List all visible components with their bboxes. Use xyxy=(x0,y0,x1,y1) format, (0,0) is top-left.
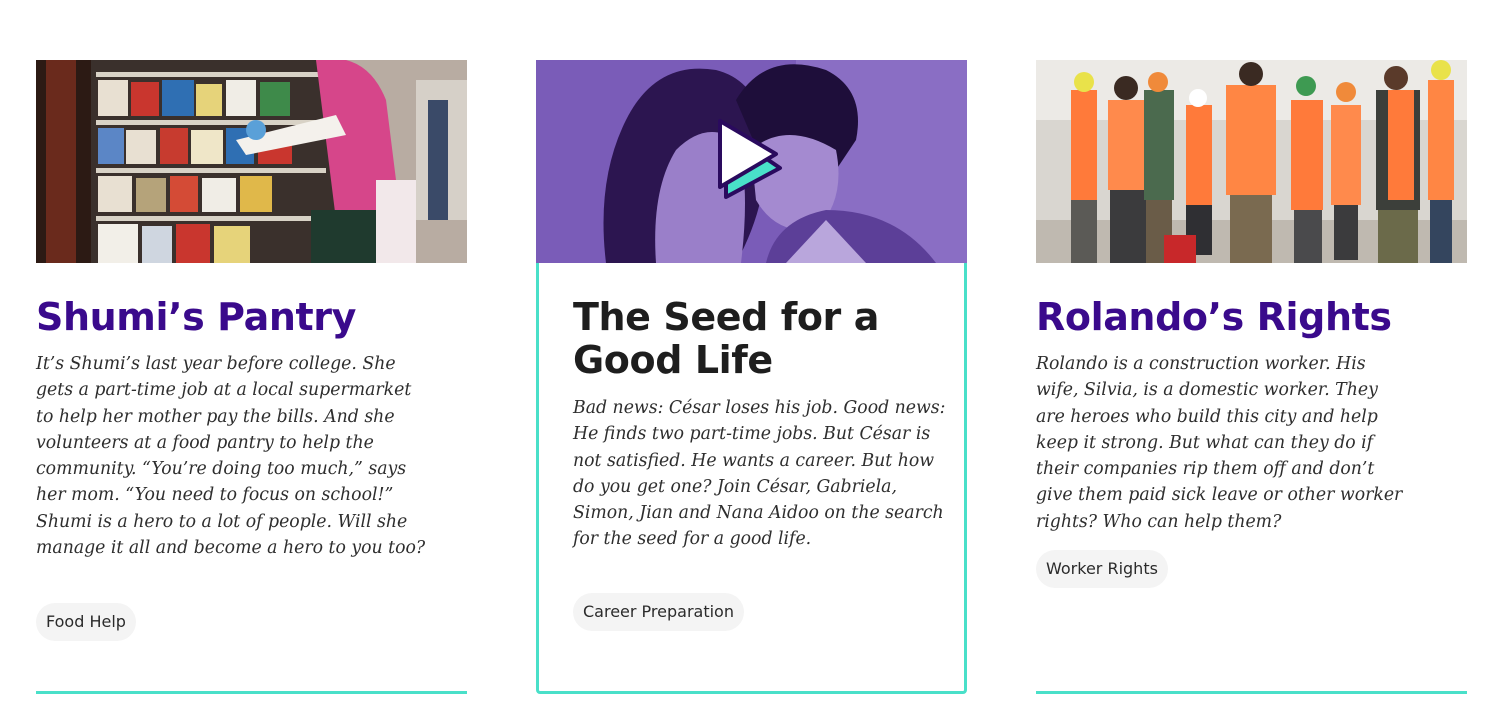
tag-worker-rights[interactable]: Worker Rights xyxy=(1036,550,1168,588)
card-image-construction[interactable] xyxy=(1036,60,1467,263)
story-card-shumis-pantry[interactable]: Shumi’s Pantry It’s Shumi’s last year be… xyxy=(36,60,467,694)
card-title[interactable]: Rolando’s Rights xyxy=(1036,296,1411,339)
card-title[interactable]: Shumi’s Pantry xyxy=(36,296,426,339)
story-card-seed-good-life[interactable]: The Seed for a Good Life Bad news: César… xyxy=(536,60,967,694)
card-video-thumbnail[interactable] xyxy=(536,60,967,263)
card-description: It’s Shumi’s last year before college. S… xyxy=(36,354,426,559)
tag-food-help[interactable]: Food Help xyxy=(36,603,136,641)
card-divider xyxy=(1036,691,1467,694)
card-description: Rolando is a construction worker. His wi… xyxy=(1036,354,1403,532)
play-icon[interactable] xyxy=(716,115,786,211)
card-title[interactable]: The Seed for a Good Life xyxy=(573,296,903,382)
card-content: Rolando’s Rights Rolando is a constructi… xyxy=(1036,296,1411,535)
card-description: Bad news: César loses his job. Good news… xyxy=(573,398,946,550)
card-divider xyxy=(36,691,467,694)
card-image-supermarket[interactable] xyxy=(36,60,467,263)
tag-career-preparation[interactable]: Career Preparation xyxy=(573,593,744,631)
supermarket-photo xyxy=(36,60,467,263)
card-content: The Seed for a Good Life Bad news: César… xyxy=(573,296,951,553)
card-content: Shumi’s Pantry It’s Shumi’s last year be… xyxy=(36,296,426,561)
story-card-rolandos-rights[interactable]: Rolando’s Rights Rolando is a constructi… xyxy=(1036,60,1467,694)
construction-workers-photo xyxy=(1036,60,1467,263)
